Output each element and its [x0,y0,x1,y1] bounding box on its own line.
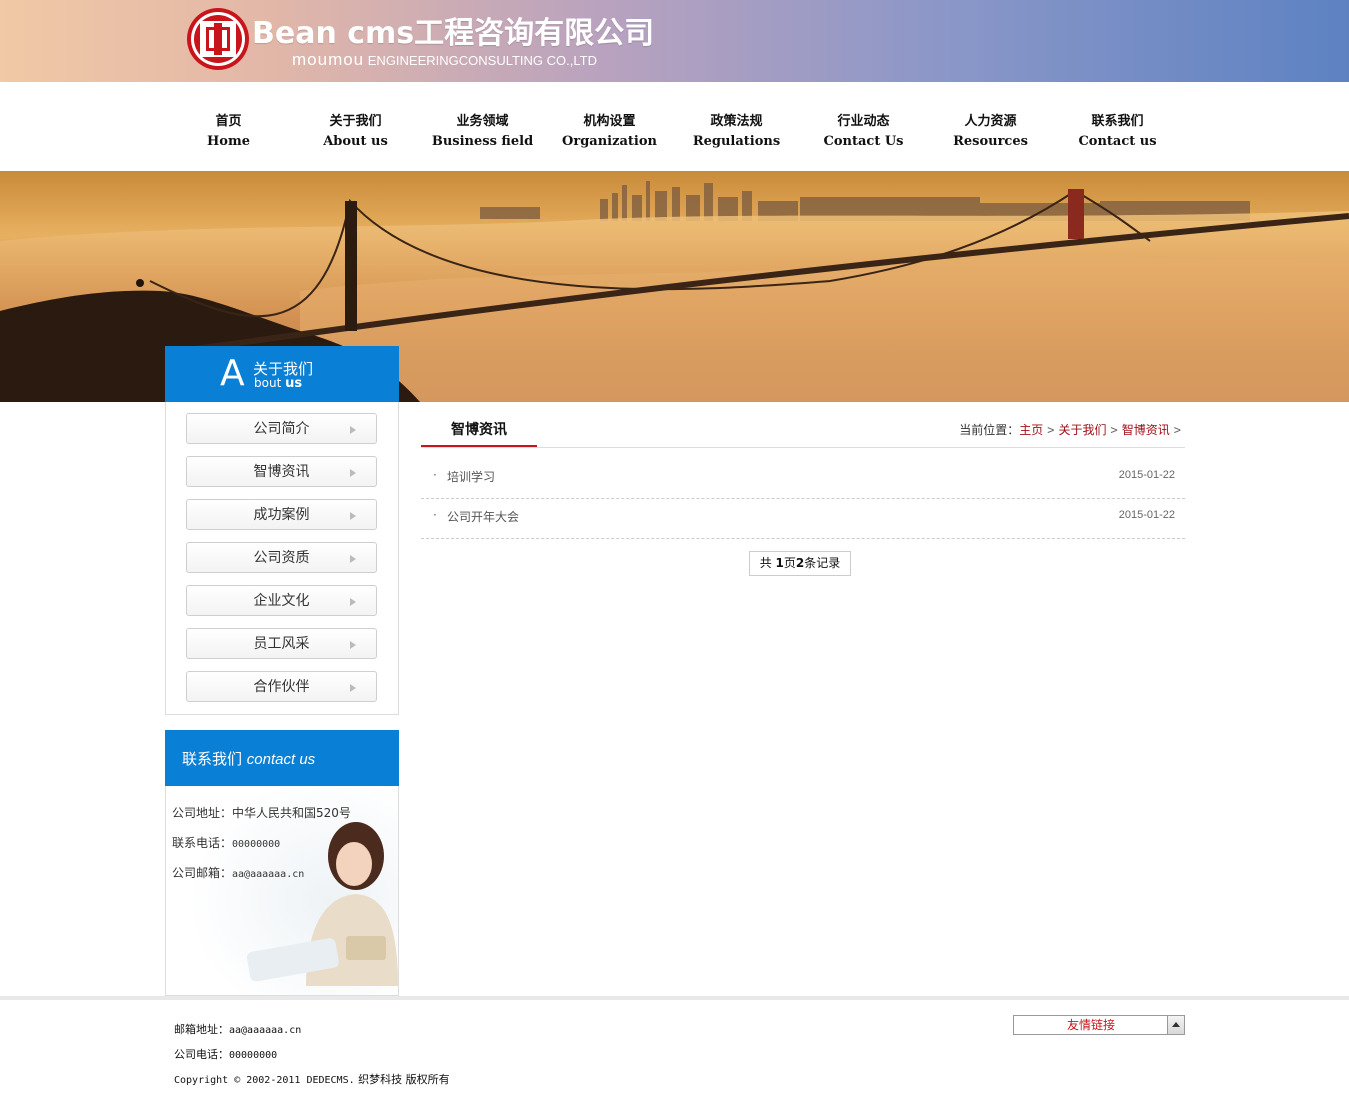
list-item: · 公司开年大会 2015-01-22 [421,498,1185,539]
nav-item-business[interactable]: 业务领域 Business field [419,112,546,152]
breadcrumb-home[interactable]: 主页 [1019,423,1043,437]
sidebar-item-staff[interactable]: 员工风采 [186,628,377,659]
sidebar-item-news[interactable]: 智博资讯 [186,456,377,487]
arrow-right-icon [350,512,356,520]
sidebar-item-partners[interactable]: 合作伙伴 [186,671,377,702]
nav-item-organization[interactable]: 机构设置 Organization [546,112,673,152]
breadcrumb: 当前位置：主页 > 关于我们 > 智博资讯 > [959,423,1181,437]
arrow-right-icon [350,598,356,606]
contact-sidebar-header: 联系我们 contact us [165,730,399,786]
friend-links-select[interactable]: 友情链接 [1013,1015,1185,1035]
nav-item-contact[interactable]: 联系我们 Contact us [1054,112,1181,152]
company-seal-logo[interactable] [187,8,249,70]
list-item: · 培训学习 2015-01-22 [421,458,1185,499]
nav-item-resources[interactable]: 人力资源 Resources [927,112,1054,152]
contact-phone: 联系电话：00000000 [172,836,281,850]
arrow-right-icon [350,426,356,434]
nav-item-about[interactable]: 关于我们 About us [292,112,419,152]
contact-address: 公司地址：中华人民共和国520号 [172,806,351,820]
nav-item-regulations[interactable]: 政策法规 Regulations [673,112,800,152]
arrow-right-icon [350,641,356,649]
list-item-date: 2015-01-22 [1118,509,1175,521]
contact-info-box: 公司地址：中华人民共和国520号 联系电话：00000000 公司邮箱：aa@a… [165,786,399,996]
footer-email: 邮箱地址：aa@aaaaaa.cn [174,1023,302,1036]
sidebar-item-company-profile[interactable]: 公司简介 [186,413,377,444]
arrow-right-icon [350,555,356,563]
site-header: Bean cms工程咨询有限公司 moumou ENGINEERINGCONSU… [0,0,1349,82]
chevron-up-icon[interactable] [1167,1016,1184,1034]
section-divider [421,447,1185,448]
brand-title: Bean cms工程咨询有限公司 [252,16,655,51]
nav-item-home[interactable]: 首页 Home [165,112,292,152]
arrow-right-icon [350,684,356,692]
section-title-tab: 智博资讯 [421,413,537,447]
about-sidebar-menu: 公司简介 智博资讯 成功案例 公司资质 企业文化 员工风采 合作伙伴 [165,402,399,715]
main-nav: 首页 Home 关于我们 About us 业务领域 Business field 机… [165,82,1185,171]
sidebar-item-qualifications[interactable]: 公司资质 [186,542,377,573]
contact-email: 公司邮箱：aa@aaaaaa.cn [172,866,305,880]
brand-subtitle: moumou ENGINEERINGCONSULTING CO.,LTD [292,50,597,69]
breadcrumb-about[interactable]: 关于我们 [1059,423,1107,437]
breadcrumb-news[interactable]: 智博资讯 [1122,423,1170,437]
nav-item-industry-news[interactable]: 行业动态 Contact Us [800,112,927,152]
arrow-right-icon [350,469,356,477]
footer-phone: 公司电话：00000000 [174,1048,278,1061]
footer-divider [0,996,1349,1000]
sidebar-item-culture[interactable]: 企业文化 [186,585,377,616]
footer-copyright: Copyright © 2002-2011 DEDECMS. 织梦科技 版权所有 [174,1073,450,1086]
pagination-summary: 共 1页2条记录 [749,551,851,576]
list-item-title[interactable]: 公司开年大会 [447,508,519,525]
list-item-title[interactable]: 培训学习 [447,468,495,485]
about-sidebar-header: A 关于我们 bout us [165,346,399,402]
sidebar-item-cases[interactable]: 成功案例 [186,499,377,530]
list-item-date: 2015-01-22 [1118,469,1175,481]
